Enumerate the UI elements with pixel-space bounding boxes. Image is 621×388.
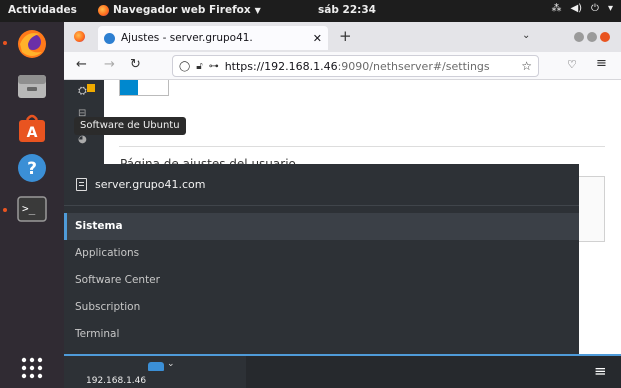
maximize-icon[interactable] <box>587 32 597 42</box>
svg-text:A: A <box>27 125 38 141</box>
forward-arrow-icon[interactable]: → <box>104 57 115 72</box>
running-indicator <box>3 208 7 212</box>
host-ip: 192.168.1.46 <box>86 376 147 386</box>
server-icon <box>76 178 87 191</box>
desktop-screen: Actividades Navegador web Firefox ▼ sáb … <box>0 0 621 388</box>
reload-icon[interactable]: ↻ <box>130 57 141 72</box>
host-switcher[interactable]: ⌄ 192.168.1.46 <box>64 356 246 388</box>
toggle-switch[interactable] <box>119 80 169 96</box>
minimize-icon[interactable] <box>574 32 584 42</box>
toggle-knob <box>120 80 138 95</box>
help-dock-icon[interactable]: ? <box>14 150 50 186</box>
hamburger-menu-icon[interactable]: ≡ <box>594 362 607 380</box>
server-header[interactable]: server.grupo41.com <box>64 164 579 206</box>
url-path: :9090/nethserver#/settings <box>337 59 490 73</box>
bookmark-star-icon[interactable]: ☆ <box>521 59 532 73</box>
volume-icon: ◀) <box>570 3 583 14</box>
permissions-icon: ⊶ <box>208 60 219 72</box>
nav-item-terminal[interactable]: Terminal <box>64 321 579 348</box>
chevron-down-icon: ⌄ <box>167 359 175 369</box>
system-tray[interactable]: ⁂ ◀) ⏻ ▾ <box>551 3 613 14</box>
svg-text:>_: >_ <box>22 202 36 215</box>
terminal-dock-icon[interactable]: >_ <box>14 191 50 227</box>
nav-item-subscription[interactable]: Subscription <box>64 294 579 321</box>
firefox-small-icon <box>98 4 109 16</box>
chevron-down-icon: ▼ <box>254 5 261 15</box>
back-arrow-icon[interactable]: ← <box>76 57 87 72</box>
url-bar[interactable]: ◯ 🔓︎ ⊶ https://192.168.1.46:9090/nethser… <box>172 55 539 77</box>
browser-tab[interactable]: Ajustes - server.grupo41. ✕ <box>98 26 328 50</box>
list-tabs-icon[interactable]: ⌄ <box>522 30 530 41</box>
gnome-top-bar: Actividades Navegador web Firefox ▼ sáb … <box>0 0 621 22</box>
browser-nav-bar: ← → ↻ ◯ 🔓︎ ⊶ https://192.168.1.46:9090/n… <box>64 52 621 80</box>
chevron-down-icon: ▾ <box>607 3 613 14</box>
bottom-bar: ⌄ 192.168.1.46 ≡ <box>64 354 621 388</box>
lock-warning-icon: 🔓︎ <box>196 60 203 72</box>
firefox-view-icon[interactable] <box>74 31 85 42</box>
server-name: server.grupo41.com <box>95 178 206 191</box>
svg-text:?: ? <box>27 159 37 179</box>
new-tab-button[interactable]: + <box>339 27 352 45</box>
software-center-dock-icon[interactable]: A <box>14 110 50 146</box>
clock[interactable]: sáb 22:34 <box>318 4 376 16</box>
url-host: https://192.168.1.46 <box>224 59 338 73</box>
section-divider <box>119 146 605 147</box>
network-icon: ⁂ <box>551 3 562 14</box>
chart-icon[interactable]: ◕ <box>78 134 87 145</box>
app-menu[interactable]: Navegador web Firefox ▼ <box>98 4 261 16</box>
pocket-icon[interactable]: ♡ <box>567 58 577 71</box>
firefox-dock-icon[interactable] <box>14 26 50 62</box>
window-controls[interactable] <box>574 32 610 42</box>
hamburger-menu-icon[interactable]: ≡ <box>596 56 607 71</box>
close-window-icon[interactable] <box>600 32 610 42</box>
dock-tooltip: Software de Ubuntu <box>74 117 186 135</box>
shield-icon: ◯ <box>179 60 191 72</box>
power-icon: ⏻ <box>591 3 599 14</box>
activities-button[interactable]: Actividades <box>8 4 77 16</box>
nav-item-software-center[interactable]: Software Center <box>64 267 579 294</box>
files-dock-icon[interactable] <box>14 68 50 104</box>
tab-favicon-icon <box>104 32 115 44</box>
running-indicator <box>3 41 7 45</box>
browser-tab-bar: Ajustes - server.grupo41. ✕ + ⌄ <box>64 22 621 52</box>
host-icon <box>148 362 164 371</box>
notification-badge-icon[interactable]: ⛭ <box>78 84 95 98</box>
nav-item-applications[interactable]: Applications <box>64 240 579 267</box>
close-tab-icon[interactable]: ✕ <box>313 32 322 45</box>
app-menu-label: Navegador web Firefox <box>113 4 251 16</box>
nav-item-sistema[interactable]: Sistema <box>64 213 579 240</box>
tab-title: Ajustes - server.grupo41. <box>121 32 253 44</box>
ubuntu-dock: A ? >_ <box>0 22 64 388</box>
show-applications-icon[interactable] <box>14 350 50 386</box>
